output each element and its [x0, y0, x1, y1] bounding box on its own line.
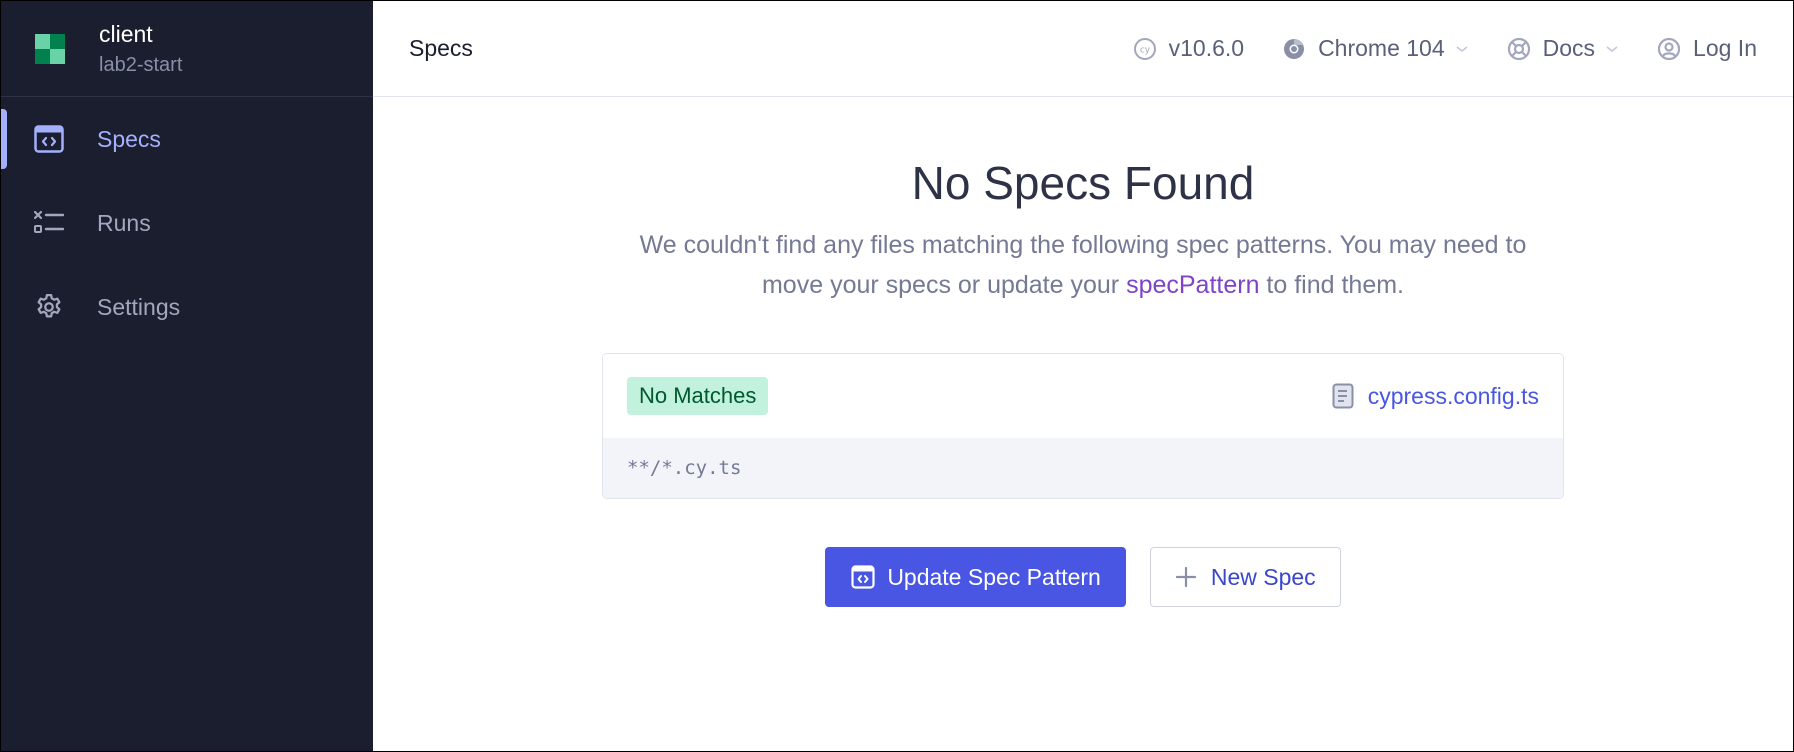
- browser-dropdown[interactable]: Chrome 104: [1282, 35, 1469, 62]
- chevron-down-icon: [1455, 42, 1469, 56]
- sidebar: client lab2-start Specs Runs Settings: [1, 1, 373, 751]
- no-matches-badge: No Matches: [627, 377, 769, 415]
- top-bar: Specs cy v10.6.0 Chrome 104 Docs Log In: [373, 1, 1793, 97]
- new-spec-label: New Spec: [1210, 563, 1316, 590]
- cypress-logo-icon: [35, 33, 65, 64]
- update-spec-pattern-button[interactable]: Update Spec Pattern: [825, 547, 1126, 607]
- app-window: client lab2-start Specs Runs Settings Sp…: [1, 1, 1793, 751]
- sidebar-item-settings[interactable]: Settings: [1, 277, 373, 337]
- browser-label: Chrome 104: [1318, 35, 1445, 61]
- no-specs-panel: No Specs Found We couldn't find any file…: [373, 97, 1793, 751]
- spec-pattern-card: No Matches cypress.config.ts **/*.cy.ts: [602, 353, 1564, 499]
- page-title: Specs: [409, 35, 473, 61]
- update-spec-pattern-label: Update Spec Pattern: [887, 563, 1101, 590]
- document-icon: [1332, 383, 1356, 409]
- sidebar-nav: Specs Runs Settings: [1, 109, 373, 337]
- plus-icon: [1175, 566, 1197, 588]
- docs-dropdown[interactable]: Docs: [1507, 35, 1619, 62]
- cypress-cy-icon: cy: [1133, 37, 1157, 61]
- code-window-icon: [851, 565, 875, 589]
- main-panel: Specs cy v10.6.0 Chrome 104 Docs Log In …: [373, 1, 1793, 751]
- config-file-link[interactable]: cypress.config.ts: [1332, 383, 1539, 410]
- user-circle-icon: [1657, 37, 1681, 61]
- sidebar-item-label: Runs: [97, 209, 151, 236]
- version-link[interactable]: cy v10.6.0: [1133, 35, 1244, 62]
- sidebar-item-label: Specs: [97, 125, 161, 152]
- chrome-icon: [1282, 37, 1306, 61]
- svg-text:cy: cy: [1139, 45, 1150, 55]
- config-file-name: cypress.config.ts: [1367, 382, 1539, 409]
- description-text-end: to find them.: [1259, 271, 1405, 299]
- version-label: v10.6.0: [1168, 35, 1245, 61]
- gear-icon: [33, 291, 65, 323]
- spec-pattern-link[interactable]: specPattern: [1126, 271, 1259, 299]
- empty-state-heading: No Specs Found: [911, 157, 1255, 209]
- code-window-icon: [33, 123, 65, 155]
- sidebar-item-label: Settings: [97, 293, 181, 320]
- project-name: client: [99, 20, 153, 47]
- sidebar-item-specs[interactable]: Specs: [1, 109, 373, 169]
- project-branch: lab2-start: [99, 53, 183, 76]
- lifebuoy-icon: [1507, 37, 1531, 61]
- actions: Update Spec Pattern New Spec: [825, 547, 1341, 607]
- runs-list-icon: [33, 207, 65, 239]
- login-button[interactable]: Log In: [1657, 35, 1757, 62]
- spec-pattern-card-header: No Matches cypress.config.ts: [603, 354, 1563, 438]
- login-label: Log In: [1693, 35, 1757, 61]
- spec-pattern-value: **/*.cy.ts: [603, 438, 1563, 498]
- new-spec-button[interactable]: New Spec: [1149, 547, 1341, 607]
- project-header[interactable]: client lab2-start: [1, 1, 373, 97]
- sidebar-item-runs[interactable]: Runs: [1, 193, 373, 253]
- empty-state-description: We couldn't find any files matching the …: [633, 225, 1533, 305]
- chevron-down-icon: [1605, 42, 1619, 56]
- docs-label: Docs: [1542, 35, 1596, 61]
